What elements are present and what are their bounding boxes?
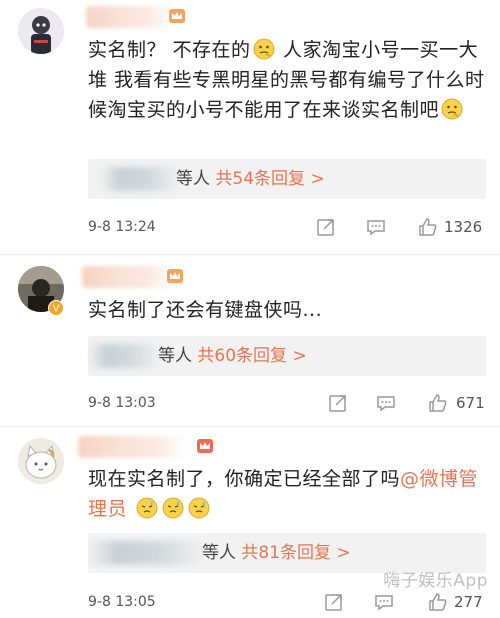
avatar[interactable] [18,438,64,484]
verified-badge-icon: V [48,300,64,316]
comment-meta: 9-8 13:05 277 [88,590,488,614]
comment-text: 现在实名制了，你确定已经全部了吗@微博管理员 [88,468,479,520]
reply-suffix: 等人 [158,346,192,366]
like-icon[interactable] [428,393,448,413]
view-replies-link[interactable]: 共60条回复 > [197,346,306,366]
username-redacted[interactable] [86,6,174,28]
like-count: 671 [456,394,485,412]
reply-usernames-redacted [88,541,204,565]
comment-item-1: 实名制？ 不存在的 人家淘宝小号一买一大堆 我看有些专黑明星的黑号都有编号了什么… [0,0,500,250]
like-icon[interactable] [418,217,438,237]
comment-meta: 9-8 13:24 1326 [88,215,488,239]
comment-icon[interactable] [376,393,396,413]
sweat-emoji-icon [188,497,210,519]
thinking-emoji-icon [441,98,463,120]
divider [0,254,500,255]
svg-text:V: V [53,304,60,315]
like-icon[interactable] [428,592,448,612]
like-count: 1326 [444,218,483,236]
reply-usernames-redacted [100,167,180,191]
avatar[interactable] [18,8,64,54]
timestamp: 9-8 13:05 [88,594,156,610]
share-icon[interactable] [328,393,348,413]
thinking-emoji-icon [253,38,275,60]
comment-text: 实名制？ 不存在的 人家淘宝小号一买一大堆 我看有些专黑明星的黑号都有编号了什么… [88,38,485,121]
watermark: 嗨子娱乐App [383,571,488,591]
comment-icon[interactable] [374,592,394,612]
crown-badge-icon [197,439,213,453]
divider [0,426,500,427]
timestamp: 9-8 13:24 [88,219,156,235]
reply-summary[interactable]: 等人 共54条回复 > [88,159,486,199]
crown-badge-icon [167,269,183,283]
crown-badge-icon [169,9,185,23]
view-replies-link[interactable]: 共81条回复 > [241,543,350,563]
sweat-emoji-icon [136,497,158,519]
username-redacted[interactable] [82,266,176,288]
share-icon[interactable] [324,592,344,612]
reply-suffix: 等人 [176,169,210,189]
comment-text: 实名制了还会有键盘侠吗... [88,299,323,321]
timestamp: 9-8 13:03 [88,395,156,411]
comment-item-2: V 实名制了还会有键盘侠吗... 等人 共60条回复 > 9-8 13:03 6… [0,258,500,428]
view-replies-link[interactable]: 共54条回复 > [215,169,324,189]
comment-icon[interactable] [366,217,386,237]
reply-suffix: 等人 [202,543,236,563]
sweat-emoji-icon [162,497,184,519]
reply-summary[interactable]: 等人 共60条回复 > [88,336,486,376]
reply-usernames-redacted [88,344,160,368]
username-redacted[interactable] [78,436,188,458]
like-count: 277 [454,593,483,611]
share-icon[interactable] [316,217,336,237]
comment-meta: 9-8 13:03 671 [88,391,488,415]
